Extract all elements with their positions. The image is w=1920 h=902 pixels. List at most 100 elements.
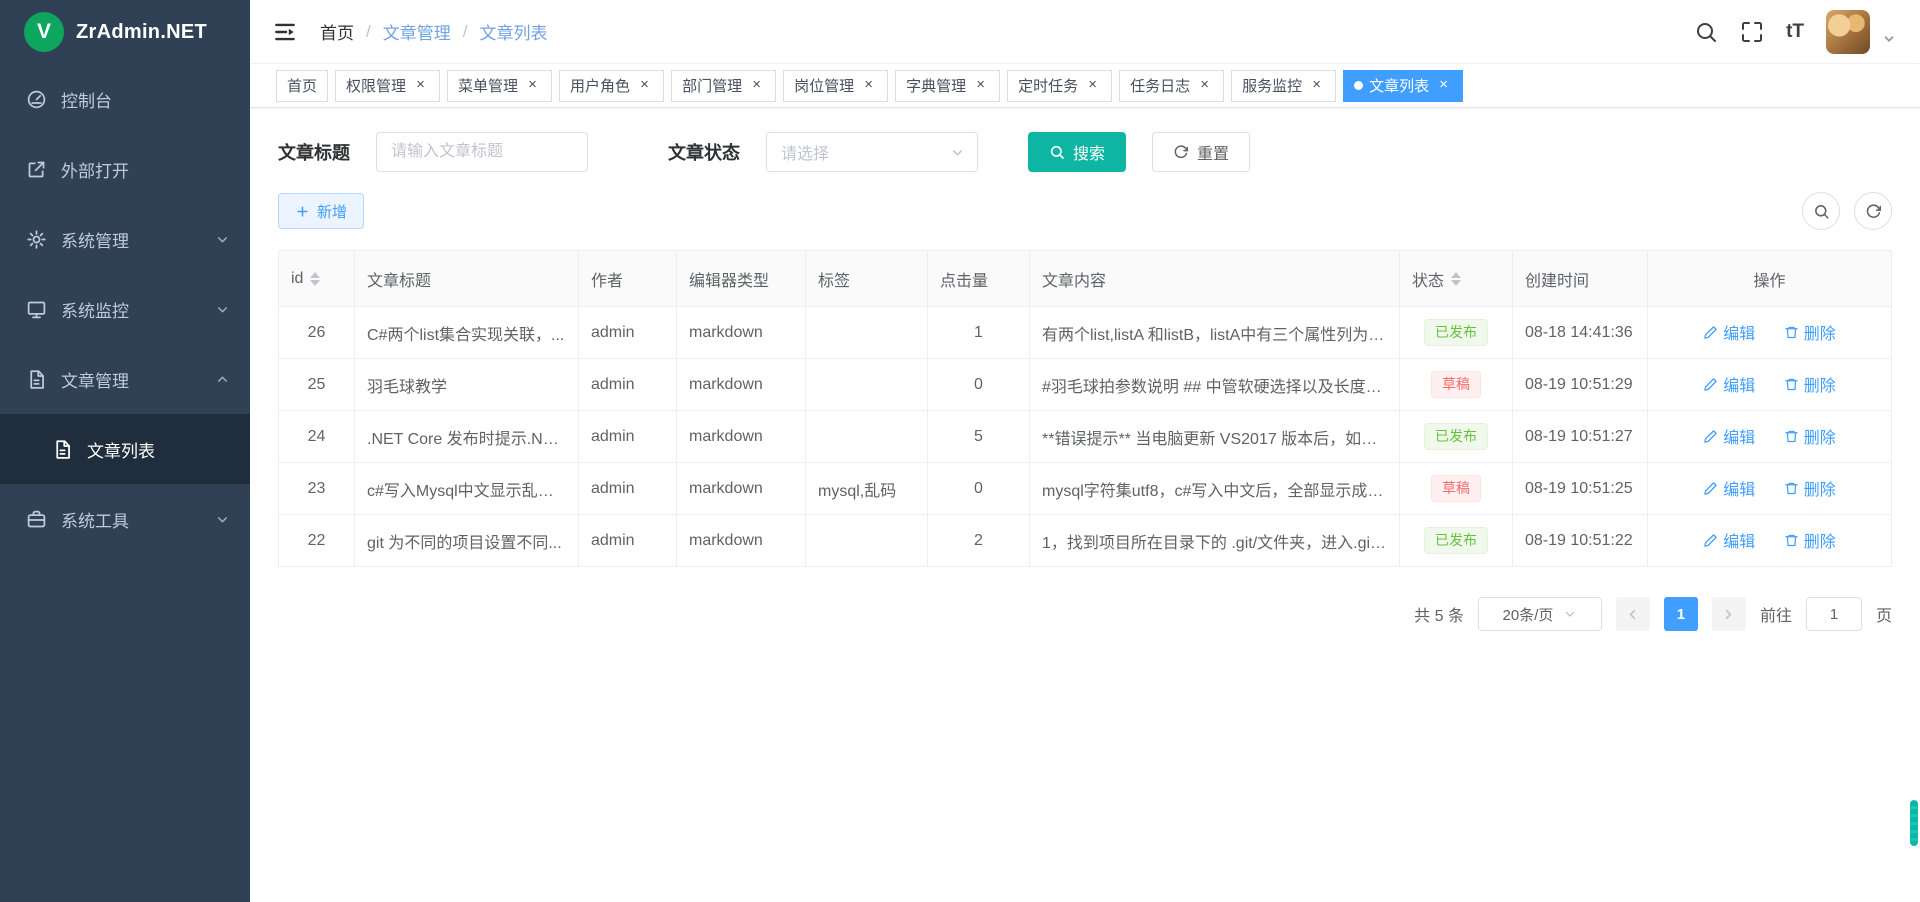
sort-carets-icon[interactable]	[1451, 272, 1461, 286]
cell-actions: 编辑 删除	[1648, 411, 1892, 463]
tab-label: 首页	[287, 75, 317, 96]
close-icon[interactable]: ×	[748, 77, 765, 94]
tab-permission-mgmt[interactable]: 权限管理 ×	[335, 70, 440, 102]
sidebar-item-article-mgmt[interactable]: 文章管理	[0, 344, 250, 414]
sidebar-toggle-icon[interactable]	[272, 19, 298, 45]
column-header-status[interactable]: 状态	[1400, 251, 1513, 307]
cell-status: 已发布	[1400, 307, 1513, 359]
trash-icon	[1784, 533, 1799, 548]
table-row: 22 git 为不同的项目设置不同... admin markdown 2 1，…	[279, 515, 1892, 567]
goto-page-input[interactable]	[1806, 597, 1862, 631]
close-icon[interactable]: ×	[636, 77, 653, 94]
column-header-id[interactable]: id	[279, 251, 355, 307]
article-status-select[interactable]: 请选择	[766, 132, 978, 172]
tab-dict-mgmt[interactable]: 字典管理 ×	[895, 70, 1000, 102]
article-title-input[interactable]	[376, 132, 588, 172]
delete-button[interactable]: 删除	[1784, 424, 1836, 448]
tab-scheduled-task[interactable]: 定时任务 ×	[1007, 70, 1112, 102]
breadcrumb-article-mgmt[interactable]: 文章管理	[383, 19, 451, 44]
cell-title: 羽毛球教学	[355, 359, 579, 411]
tab-menu-mgmt[interactable]: 菜单管理 ×	[447, 70, 552, 102]
sort-carets-icon[interactable]	[310, 272, 320, 286]
app-logo[interactable]: V ZrAdmin.NET	[0, 0, 250, 64]
delete-button[interactable]: 删除	[1784, 528, 1836, 552]
edit-button[interactable]: 编辑	[1703, 528, 1755, 552]
refresh-table-button[interactable]	[1854, 192, 1892, 230]
page-number-button[interactable]: 1	[1664, 597, 1698, 631]
sidebar-item-dashboard[interactable]: 控制台	[0, 64, 250, 134]
tab-dept-mgmt[interactable]: 部门管理 ×	[671, 70, 776, 102]
tab-home[interactable]: 首页	[276, 70, 328, 102]
edit-button[interactable]: 编辑	[1703, 476, 1755, 500]
delete-button[interactable]: 删除	[1784, 476, 1836, 500]
sidebar-item-label: 外部打开	[61, 157, 230, 182]
edit-button[interactable]: 编辑	[1703, 320, 1755, 344]
sidebar-item-system-tools[interactable]: 系统工具	[0, 484, 250, 554]
cell-status: 已发布	[1400, 515, 1513, 567]
tags-view-bar: 首页 权限管理 × 菜单管理 × 用户角色 × 部门管理 × 岗位管理 ×	[250, 64, 1920, 108]
tab-task-log[interactable]: 任务日志 ×	[1119, 70, 1224, 102]
close-icon[interactable]: ×	[524, 77, 541, 94]
close-icon[interactable]: ×	[1435, 77, 1452, 94]
logo-icon: V	[24, 12, 64, 52]
tab-label: 文章列表	[1369, 75, 1429, 96]
prev-page-button[interactable]	[1616, 597, 1650, 631]
delete-button[interactable]: 删除	[1784, 372, 1836, 396]
close-icon[interactable]: ×	[1308, 77, 1325, 94]
fullscreen-icon[interactable]	[1740, 20, 1764, 44]
font-size-icon[interactable]: tT	[1786, 22, 1804, 41]
column-header-author: 作者	[579, 251, 677, 307]
sidebar-item-external-open[interactable]: 外部打开	[0, 134, 250, 204]
close-icon[interactable]: ×	[972, 77, 989, 94]
close-icon[interactable]: ×	[412, 77, 429, 94]
cell-author: admin	[579, 463, 677, 515]
column-header-actions: 操作	[1648, 251, 1892, 307]
sidebar-item-article-list[interactable]: 文章列表	[0, 414, 250, 484]
cell-editor-type: markdown	[677, 463, 806, 515]
sidebar-item-label: 系统工具	[61, 507, 215, 532]
reset-button[interactable]: 重置	[1152, 132, 1250, 172]
status-badge: 已发布	[1424, 319, 1488, 347]
caret-down-icon[interactable]	[1882, 32, 1896, 46]
table-row: 24 .NET Core 发布时提示.NET... admin markdown…	[279, 411, 1892, 463]
table-toolbar: 新增	[278, 192, 1892, 230]
tab-user-role[interactable]: 用户角色 ×	[559, 70, 664, 102]
sidebar-item-label: 系统监控	[61, 297, 215, 322]
column-header-tags: 标签	[806, 251, 928, 307]
tab-post-mgmt[interactable]: 岗位管理 ×	[783, 70, 888, 102]
cell-author: admin	[579, 515, 677, 567]
scrollbar-thumb[interactable]	[1910, 800, 1918, 846]
column-header-title: 文章标题	[355, 251, 579, 307]
search-icon[interactable]	[1694, 20, 1718, 44]
edit-button[interactable]: 编辑	[1703, 424, 1755, 448]
breadcrumb-home[interactable]: 首页	[320, 19, 354, 44]
close-icon[interactable]: ×	[1084, 77, 1101, 94]
close-icon[interactable]: ×	[1196, 77, 1213, 94]
delete-button[interactable]: 删除	[1784, 320, 1836, 344]
next-page-button[interactable]	[1712, 597, 1746, 631]
cell-author: admin	[579, 411, 677, 463]
add-button[interactable]: 新增	[278, 193, 364, 229]
sidebar-item-system-monitor[interactable]: 系统监控	[0, 274, 250, 344]
sidebar-item-label: 系统管理	[61, 227, 215, 252]
tab-label: 用户角色	[570, 75, 630, 96]
tab-label: 任务日志	[1130, 75, 1190, 96]
gear-icon	[26, 229, 47, 250]
pagination: 共 5 条 20条/页 1 前往 页	[278, 597, 1892, 631]
articles-table: id 文章标题 作者 编辑器类型 标签 点击量 文章内容 状态 创建时间 操作	[278, 250, 1892, 567]
sidebar-item-label: 控制台	[61, 87, 230, 112]
cell-status: 草稿	[1400, 463, 1513, 515]
cell-editor-type: markdown	[677, 515, 806, 567]
search-button[interactable]: 搜索	[1028, 132, 1126, 172]
page-size-select[interactable]: 20条/页	[1478, 597, 1602, 631]
sidebar-item-label: 文章管理	[61, 367, 215, 392]
tab-article-list[interactable]: 文章列表 ×	[1343, 70, 1463, 102]
edit-button[interactable]: 编辑	[1703, 372, 1755, 396]
tab-service-monitor[interactable]: 服务监控 ×	[1231, 70, 1336, 102]
cell-author: admin	[579, 359, 677, 411]
toggle-search-button[interactable]	[1802, 192, 1840, 230]
user-avatar[interactable]	[1826, 10, 1870, 54]
cell-status: 草稿	[1400, 359, 1513, 411]
close-icon[interactable]: ×	[860, 77, 877, 94]
sidebar-item-system-mgmt[interactable]: 系统管理	[0, 204, 250, 274]
